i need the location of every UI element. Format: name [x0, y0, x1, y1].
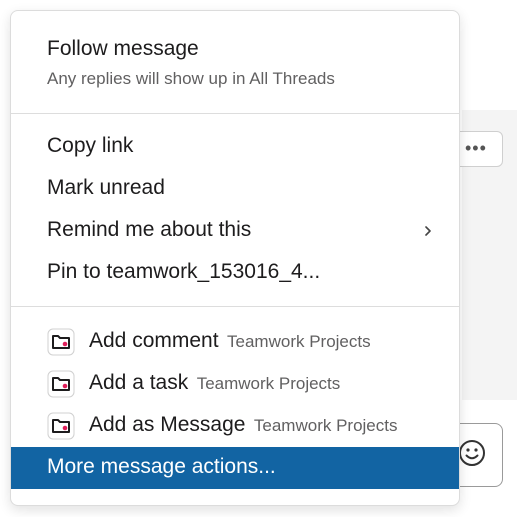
- menu-item-label: Add as Message: [89, 413, 246, 436]
- menu-item-pin-to-channel[interactable]: Pin to teamwork_153016_4...: [11, 252, 459, 294]
- menu-item-label: Remind me about this: [47, 218, 252, 241]
- menu-item-add-task[interactable]: Add a task Teamwork Projects: [11, 363, 459, 405]
- ellipsis-icon: •••: [465, 138, 487, 158]
- menu-item-source: Teamwork Projects: [227, 332, 371, 351]
- menu-item-text: Add a task Teamwork Projects: [89, 371, 340, 395]
- menu-item-add-as-message[interactable]: Add as Message Teamwork Projects: [11, 405, 459, 447]
- message-actions-menu: Follow message Any replies will show up …: [10, 10, 460, 506]
- menu-item-source: Teamwork Projects: [196, 374, 341, 393]
- menu-item-copy-link[interactable]: Copy link: [11, 126, 459, 168]
- menu-item-mark-unread[interactable]: Mark unread: [11, 168, 459, 210]
- folder-icon: [47, 328, 75, 356]
- menu-item-label: Pin to teamwork_153016_4...: [47, 260, 321, 283]
- menu-item-source: Teamwork Projects: [253, 416, 398, 435]
- menu-item-label: Add a task: [89, 371, 189, 394]
- menu-item-label: Follow message: [47, 37, 199, 60]
- menu-item-label: More message actions...: [47, 455, 276, 478]
- menu-item-text: Add comment Teamwork Projects: [89, 329, 371, 353]
- menu-item-follow-message[interactable]: Follow message Any replies will show up …: [11, 23, 459, 105]
- emoji-icon[interactable]: [458, 439, 486, 467]
- chevron-right-icon: [425, 226, 431, 236]
- menu-divider: [11, 113, 459, 114]
- folder-icon: [47, 370, 75, 398]
- menu-item-label: Add comment: [89, 329, 219, 352]
- folder-icon: [47, 412, 75, 440]
- menu-divider: [11, 306, 459, 307]
- menu-item-label: Mark unread: [47, 176, 165, 199]
- menu-item-text: Add as Message Teamwork Projects: [89, 413, 398, 437]
- menu-item-label: Copy link: [47, 134, 134, 157]
- menu-item-description: Any replies will show up in All Threads: [47, 69, 335, 88]
- menu-item-more-message-actions[interactable]: More message actions...: [11, 447, 459, 489]
- menu-item-add-comment[interactable]: Add comment Teamwork Projects: [11, 321, 459, 363]
- menu-item-remind-me[interactable]: Remind me about this: [11, 210, 459, 252]
